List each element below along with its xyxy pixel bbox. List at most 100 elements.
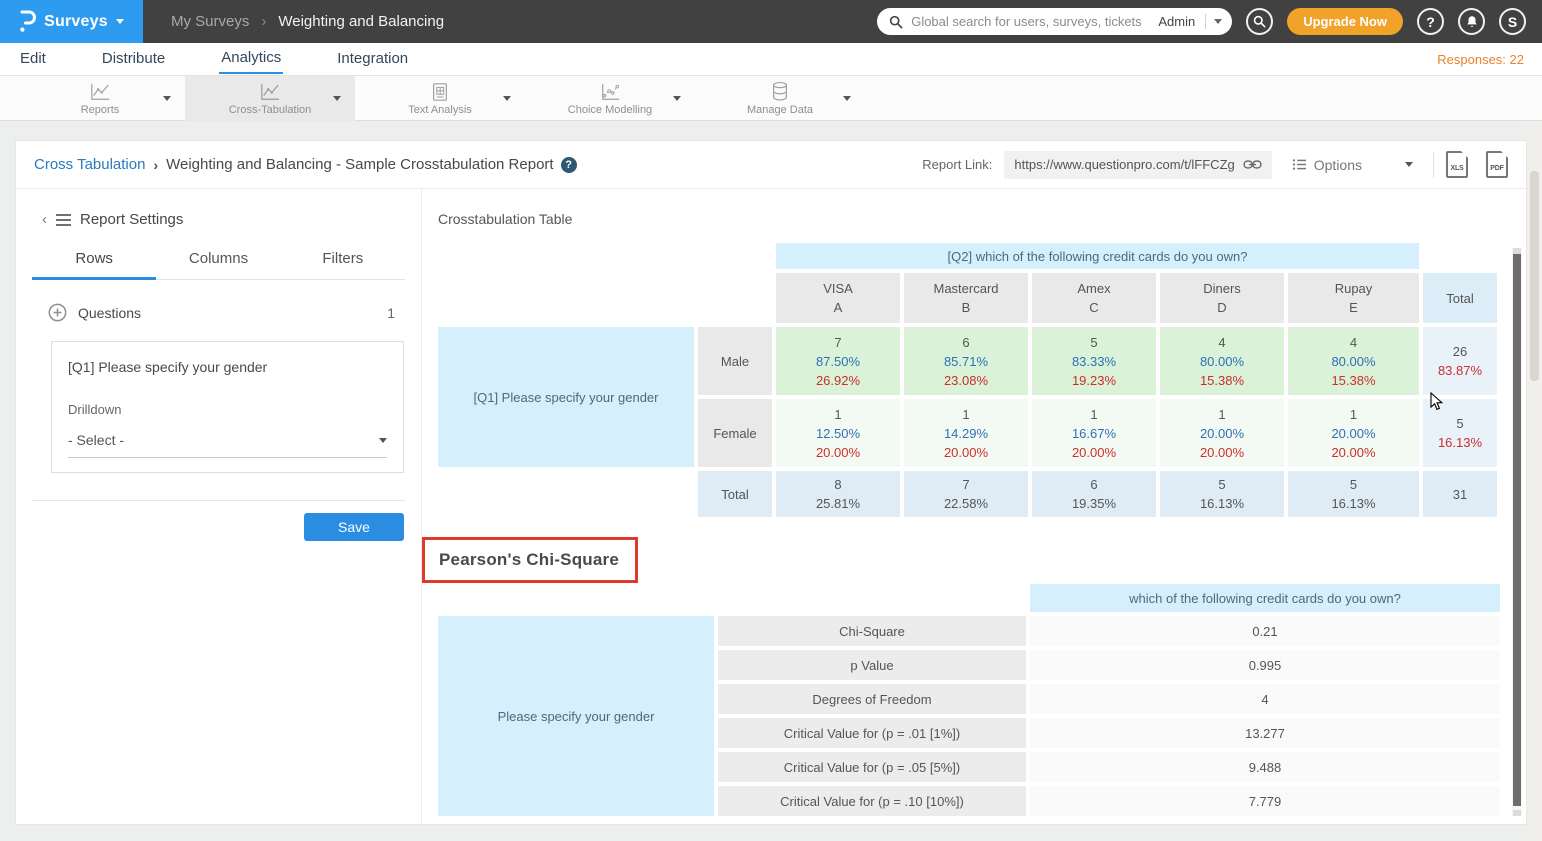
tool-text-analysis[interactable]: Text Analysis [355,76,525,121]
nav-distribute[interactable]: Distribute [100,45,167,73]
caret-down-icon[interactable] [503,96,511,101]
notifications-button[interactable] [1458,8,1485,35]
chevron-right-icon: › [153,157,158,173]
global-search-input[interactable]: Global search for users, surveys, ticket… [877,8,1232,35]
crosstab-section-title: Crosstabulation Table [438,211,572,227]
breadcrumb-cross-tabulation[interactable]: Cross Tabulation [34,156,145,173]
data-cell: 112.50%20.00% [776,399,900,467]
chi-stat-label: Critical Value for (p = .01 [1%]) [718,718,1026,748]
tool-choice-modelling[interactable]: Choice Modelling [525,76,695,121]
export-xls-button[interactable]: XLS [1446,151,1468,178]
analytics-toolbar: Reports Cross-Tabulation Text Analysis C… [0,76,1542,121]
total-cell: 825.81% [776,471,900,517]
chi-column-header: which of the following credit cards do y… [1030,584,1500,612]
list-icon [1292,158,1307,171]
crosstab-report-pane: Crosstabulation Table [Q2] which of the … [422,189,1526,825]
search-scope-value: Admin [1158,14,1206,29]
window-scrollbar[interactable] [1527,121,1542,841]
top-breadcrumb: My Surveys › Weighting and Balancing [171,13,444,30]
data-cell: 116.67%20.00% [1032,399,1156,467]
avatar[interactable]: S [1499,8,1526,35]
total-cell: 722.58% [904,471,1028,517]
fold-corner [1461,151,1468,158]
hamburger-icon[interactable] [56,214,71,226]
scrollbar-thumb[interactable] [1513,254,1521,806]
chi-stat-value: 4 [1030,684,1500,714]
search-scope-caret-icon[interactable] [1214,19,1222,24]
question-text: [Q1] Please specify your gender [68,359,387,375]
caret-down-icon [379,438,387,443]
report-url[interactable]: https://www.questionpro.com/t/lFFCZg [1014,157,1234,172]
brand-menu[interactable]: Surveys [0,0,143,43]
collapse-panel-icon[interactable]: ‹ [42,211,47,228]
survey-nav: Edit Distribute Analytics Integration Re… [0,43,1542,76]
chevron-right-icon: › [261,13,266,30]
help-button[interactable]: ? [1417,8,1444,35]
nav-analytics[interactable]: Analytics [219,44,283,74]
breadcrumb-survey-name: Weighting and Balancing [278,13,444,30]
data-cell: 120.00%20.00% [1160,399,1284,467]
questions-count: 1 [387,305,395,321]
page-title: Weighting and Balancing - Sample Crossta… [166,156,553,173]
settings-tabs: Rows Columns Filters [32,250,405,280]
responses-count: Responses: 22 [1437,52,1524,67]
tool-reports[interactable]: Reports [15,76,185,121]
drilldown-value: - Select - [68,432,124,448]
breadcrumb-my-surveys[interactable]: My Surveys [171,13,249,30]
chi-row-header: Please specify your gender [438,616,714,816]
brand-label: Surveys [44,13,108,31]
column-header-visa: VISAA [776,273,900,323]
data-cell: 787.50%26.92% [776,327,900,395]
xls-icon: XLS [1450,165,1463,172]
tool-cross-tabulation[interactable]: Cross-Tabulation [185,76,355,121]
data-cell: 583.33%19.23% [1032,327,1156,395]
data-cell: 120.00%20.00% [1288,399,1419,467]
logo-icon [19,10,36,34]
chi-stat-label: Degrees of Freedom [718,684,1026,714]
report-link-field[interactable]: https://www.questionpro.com/t/lFFCZg [1004,151,1271,179]
save-button[interactable]: Save [304,513,404,541]
export-pdf-button[interactable]: PDF [1486,151,1508,178]
tab-rows[interactable]: Rows [32,250,156,280]
data-cell: 685.71%23.08% [904,327,1028,395]
tool-manage-data[interactable]: Manage Data [695,76,865,121]
help-icon[interactable]: ? [561,157,577,173]
options-label: Options [1314,157,1362,173]
scrollbar-thumb[interactable] [1530,171,1539,381]
chi-stat-label: Critical Value for (p = .05 [5%]) [718,752,1026,782]
caret-down-icon [1405,162,1413,167]
tab-filters[interactable]: Filters [281,250,405,279]
chi-stat-label: p Value [718,650,1026,680]
data-cell: 480.00%15.38% [1160,327,1284,395]
link-icon [1243,159,1262,170]
database-icon [770,81,790,102]
search-submit-button[interactable] [1246,8,1273,35]
search-icon [889,15,903,29]
drilldown-select[interactable]: - Select - [68,432,387,458]
chi-square-table: which of the following credit cards do y… [438,584,1500,816]
chi-stat-value: 13.277 [1030,718,1500,748]
tab-columns[interactable]: Columns [156,250,280,279]
nav-edit[interactable]: Edit [18,45,48,73]
crosstab-table: [Q2] which of the following credit cards… [438,243,1497,517]
caret-down-icon[interactable] [843,96,851,101]
report-scrollbar[interactable] [1512,248,1522,816]
chi-stat-value: 7.779 [1030,786,1500,816]
search-placeholder: Global search for users, surveys, ticket… [911,14,1150,29]
data-cell: 480.00%15.38% [1288,327,1419,395]
caret-down-icon[interactable] [163,96,171,101]
upgrade-now-button[interactable]: Upgrade Now [1287,8,1403,35]
caret-down-icon[interactable] [333,96,341,101]
questions-label[interactable]: Questions [78,305,141,321]
document-grid-icon [430,82,450,102]
row-total-cell: 2683.87% [1423,327,1497,395]
column-header-amex: AmexC [1032,273,1156,323]
nav-integration[interactable]: Integration [335,45,410,73]
options-dropdown[interactable]: Options [1284,157,1421,173]
settings-title: Report Settings [80,211,183,228]
row-header-male: Male [698,327,772,395]
plus-circle-icon[interactable] [48,303,67,322]
column-header-rupay: RupayE [1288,273,1419,323]
fold-corner [1501,151,1508,158]
caret-down-icon[interactable] [673,96,681,101]
